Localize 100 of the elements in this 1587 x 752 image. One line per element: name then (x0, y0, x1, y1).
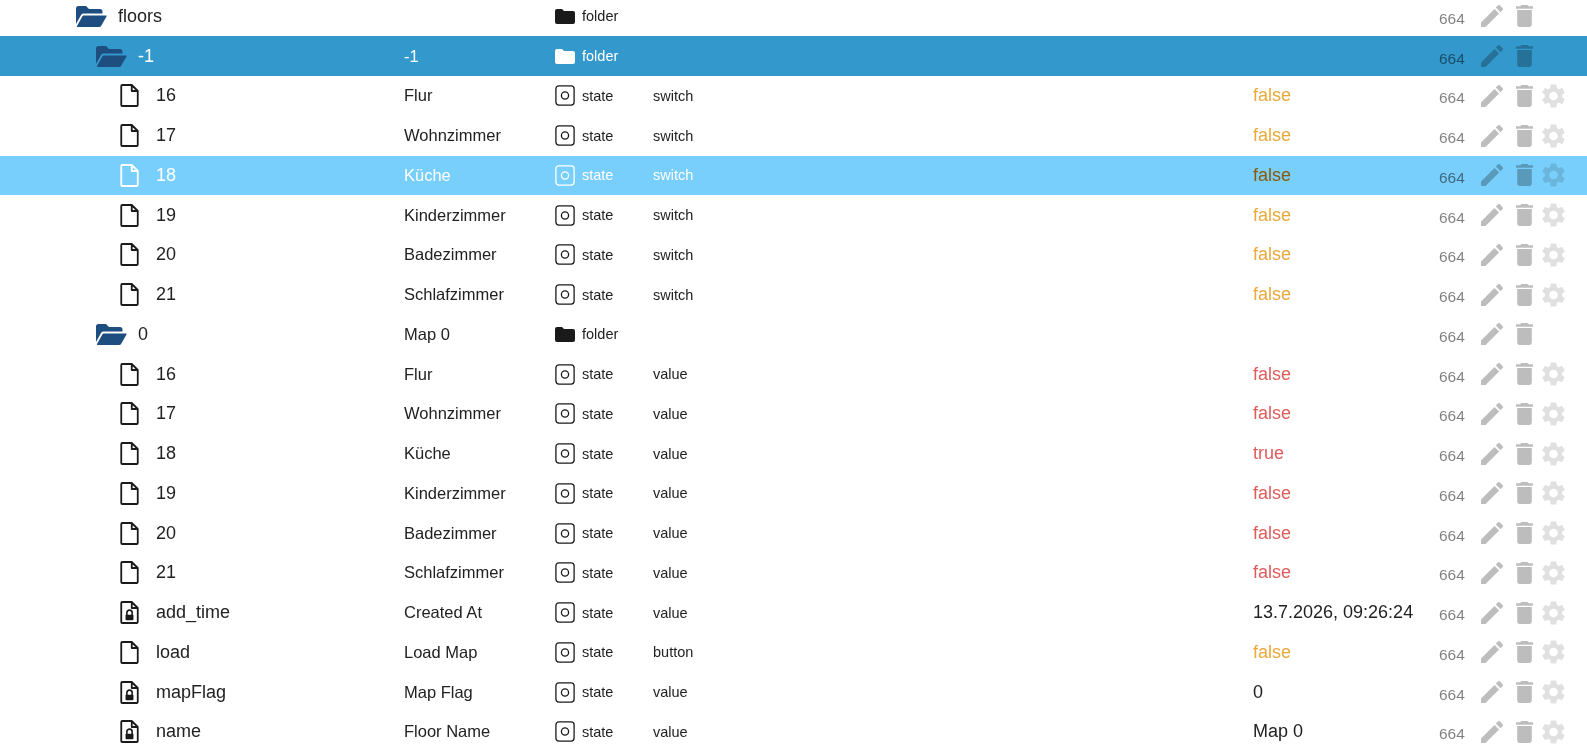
trash-icon[interactable] (1516, 363, 1533, 386)
gear-icon[interactable] (1542, 242, 1565, 267)
pencil-icon[interactable] (1481, 45, 1503, 68)
tree-row[interactable]: 21 Schlafzimmer state switch false 664 (0, 274, 1587, 315)
pencil-icon[interactable] (1481, 442, 1503, 465)
tree-row[interactable]: 18 Küche state switch false 664 (0, 155, 1587, 196)
tree-row[interactable]: 19 Kinderzimmer state value false 664 (0, 473, 1587, 514)
object-value: 13.7.2026, 09:26:24 (1252, 602, 1414, 624)
pencil-icon[interactable] (1481, 363, 1503, 386)
tree-row[interactable]: 17 Wohnzimmer state switch false 664 (0, 115, 1587, 156)
gear-icon[interactable] (1542, 600, 1565, 625)
tree-row[interactable]: name Floor Name state value Map 0 664 (0, 712, 1587, 752)
pencil-icon[interactable] (1481, 641, 1503, 664)
pencil-icon[interactable] (1481, 204, 1503, 227)
tree-row[interactable]: 0 Map 0 folder 664 (0, 314, 1587, 355)
tree-row[interactable]: 16 Flur state switch false 664 (0, 76, 1587, 116)
pencil-icon[interactable] (1481, 243, 1503, 266)
object-id: 20 (156, 244, 177, 266)
pencil-icon[interactable] (1481, 720, 1503, 743)
pencil-icon[interactable] (1481, 84, 1503, 107)
pencil-icon[interactable] (1481, 522, 1503, 545)
acl-permissions: 664 (1439, 128, 1465, 148)
object-type: state (582, 445, 614, 462)
tree-row[interactable]: 20 Badezimmer state value false 664 (0, 513, 1587, 553)
gear-icon[interactable] (1542, 441, 1565, 466)
trash-icon[interactable] (1516, 720, 1533, 743)
gear-icon[interactable] (1542, 560, 1565, 585)
acl-permissions: 664 (1439, 446, 1465, 466)
pencil-icon[interactable] (1481, 402, 1503, 425)
acl-permissions: 664 (1439, 167, 1465, 187)
tree-row[interactable]: 17 Wohnzimmer state value false 664 (0, 394, 1587, 434)
tree-row[interactable]: load Load Map state button false 664 (0, 632, 1587, 673)
pencil-icon[interactable] (1481, 561, 1503, 584)
pencil-icon[interactable] (1481, 482, 1503, 505)
object-name: Flur (404, 364, 433, 383)
trash-icon[interactable] (1516, 124, 1533, 147)
object-name: Floor Name (404, 722, 491, 741)
tree-row[interactable]: 19 Kinderzimmer state switch false 664 (0, 195, 1587, 235)
object-type: state (582, 525, 614, 542)
acl-permissions: 664 (1439, 8, 1465, 28)
object-role: switch (653, 167, 694, 184)
pencil-icon[interactable] (1481, 164, 1503, 187)
trash-icon[interactable] (1516, 5, 1533, 28)
acl-permissions: 664 (1439, 247, 1465, 267)
circle-square-icon (555, 602, 575, 624)
object-type: state (582, 167, 614, 184)
trash-icon[interactable] (1516, 681, 1533, 704)
acl-permissions: 664 (1439, 485, 1465, 505)
gear-icon[interactable] (1542, 719, 1565, 744)
gear-icon[interactable] (1542, 203, 1565, 228)
trash-icon[interactable] (1516, 482, 1533, 505)
trash-icon[interactable] (1516, 243, 1533, 266)
trash-icon[interactable] (1516, 164, 1533, 187)
tree-row[interactable]: mapFlag Map Flag state value 0 664 (0, 672, 1587, 712)
gear-icon[interactable] (1542, 362, 1565, 387)
tree-row[interactable]: 21 Schlafzimmer state value false 664 (0, 553, 1587, 593)
gear-icon[interactable] (1542, 282, 1565, 307)
trash-icon[interactable] (1516, 283, 1533, 306)
pencil-icon[interactable] (1481, 681, 1503, 704)
trash-icon[interactable] (1516, 601, 1533, 624)
pencil-icon[interactable] (1481, 5, 1503, 28)
gear-icon[interactable] (1542, 401, 1565, 426)
object-id: 21 (156, 284, 177, 306)
gear-icon[interactable] (1542, 83, 1565, 108)
trash-icon[interactable] (1516, 442, 1533, 465)
object-role: switch (653, 246, 694, 263)
object-id: 19 (156, 482, 177, 504)
circle-square-icon (555, 403, 575, 425)
trash-icon[interactable] (1516, 522, 1533, 545)
circle-square-icon (555, 443, 575, 465)
object-role: value (653, 684, 688, 701)
trash-icon[interactable] (1516, 84, 1533, 107)
object-role: value (653, 564, 688, 581)
trash-icon[interactable] (1516, 641, 1533, 664)
pencil-icon[interactable] (1481, 601, 1503, 624)
trash-icon[interactable] (1516, 45, 1533, 68)
trash-icon[interactable] (1516, 204, 1533, 227)
tree-row[interactable]: 20 Badezimmer state switch false 664 (0, 235, 1587, 275)
pencil-icon[interactable] (1481, 283, 1503, 306)
tree-row[interactable]: 16 Flur state value false 664 (0, 354, 1587, 394)
object-value: false (1252, 562, 1292, 584)
acl-permissions: 664 (1439, 366, 1465, 386)
gear-icon[interactable] (1542, 163, 1565, 188)
trash-icon[interactable] (1516, 561, 1533, 584)
object-role: switch (653, 127, 694, 144)
tree-row[interactable]: floors folder 664 (0, 0, 1587, 37)
pencil-icon[interactable] (1481, 323, 1503, 346)
trash-icon[interactable] (1516, 323, 1533, 346)
gear-icon[interactable] (1542, 640, 1565, 665)
gear-icon[interactable] (1542, 481, 1565, 506)
tree-row[interactable]: 18 Küche state value true 664 (0, 433, 1587, 474)
gear-icon[interactable] (1542, 521, 1565, 546)
object-name: Wohnzimmer (404, 126, 501, 145)
acl-permissions: 664 (1439, 724, 1465, 744)
pencil-icon[interactable] (1481, 124, 1503, 147)
trash-icon[interactable] (1516, 402, 1533, 425)
gear-icon[interactable] (1542, 680, 1565, 705)
circle-square-icon (555, 522, 575, 544)
tree-row[interactable]: add_time Created At state value 13.7.2026, 09:26:24 664 (0, 592, 1587, 633)
gear-icon[interactable] (1542, 123, 1565, 148)
